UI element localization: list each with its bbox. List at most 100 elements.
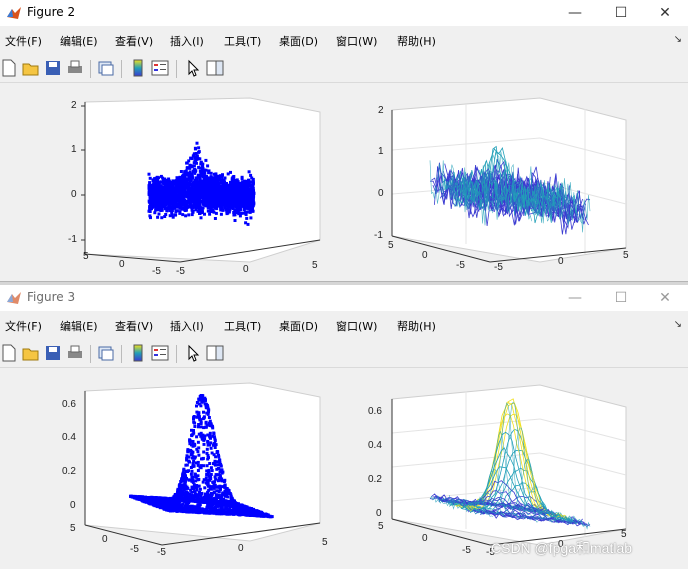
y-tick-neg5: -5	[456, 260, 465, 271]
x-tick-5: 5	[322, 537, 328, 548]
z-tick-2: 2	[378, 105, 384, 116]
maximize-button[interactable]: ☐	[598, 285, 644, 311]
figure-2-window: Figure 2 — ☐ ✕ 文件(F) 编辑(E) 查看(V) 插入(I) 工…	[0, 0, 688, 281]
menu-bar: 文件(F) 编辑(E) 查看(V) 插入(I) 工具(T) 桌面(D) 窗口(W…	[0, 28, 688, 52]
scatter-plot-canvas	[0, 84, 340, 281]
scatter-plot-figure-2[interactable]: 2 1 0 -1 5 0 -5 -5 0 5	[0, 84, 340, 281]
z-tick-0: 0	[378, 188, 384, 199]
z-tick-2: 2	[71, 100, 77, 111]
window-title: Figure 3	[27, 290, 75, 304]
minimize-button[interactable]: —	[552, 0, 598, 26]
y-tick-neg5: -5	[130, 544, 139, 555]
maximize-button[interactable]: ☐	[598, 0, 644, 26]
menu-view[interactable]: 查看(V)	[115, 318, 153, 334]
menu-insert[interactable]: 插入(I)	[170, 33, 204, 49]
y-tick-5: 5	[70, 523, 76, 534]
mesh-plot-figure-2[interactable]: 2 1 0 -1 5 0 -5 -5 0 5	[340, 84, 688, 281]
figure-3-window: Figure 3 — ☐ ✕ 文件(F) 编辑(E) 查看(V) 插入(I) 工…	[0, 285, 688, 565]
z-tick-0.6: 0.6	[368, 406, 382, 417]
y-tick-0: 0	[119, 259, 125, 270]
open-file-icon[interactable]	[22, 344, 40, 362]
y-tick-0: 0	[102, 534, 108, 545]
x-tick-5: 5	[312, 260, 318, 271]
matlab-icon	[6, 5, 22, 21]
y-tick-5: 5	[388, 240, 394, 251]
link-plot-icon[interactable]	[97, 344, 115, 362]
toolbar	[0, 340, 688, 368]
matlab-icon	[6, 290, 22, 306]
save-icon[interactable]	[44, 344, 62, 362]
close-button[interactable]: ✕	[642, 285, 688, 311]
mesh-plot-canvas	[340, 84, 688, 281]
menu-help[interactable]: 帮助(H)	[397, 33, 436, 49]
y-tick-5: 5	[378, 521, 384, 532]
property-editor-icon[interactable]	[206, 344, 224, 362]
mesh-plot-canvas	[340, 369, 688, 565]
watermark: CSDN @fpga和matlab	[491, 538, 632, 558]
menu-edit[interactable]: 编辑(E)	[60, 318, 98, 334]
z-tick-neg1: -1	[374, 230, 383, 241]
open-file-icon[interactable]	[22, 59, 40, 77]
colorbar-icon[interactable]	[129, 344, 147, 362]
x-tick-0: 0	[238, 543, 244, 554]
title-bar[interactable]: Figure 3 — ☐ ✕	[0, 285, 688, 311]
z-tick-1: 1	[378, 146, 384, 157]
legend-icon[interactable]	[151, 59, 169, 77]
z-tick-0: 0	[70, 500, 76, 511]
menu-edit[interactable]: 编辑(E)	[60, 33, 98, 49]
z-tick-0.4: 0.4	[368, 440, 382, 451]
legend-icon[interactable]	[151, 344, 169, 362]
z-tick-0.2: 0.2	[62, 466, 76, 477]
z-tick-0.6: 0.6	[62, 399, 76, 410]
close-button[interactable]: ✕	[642, 0, 688, 26]
x-tick-0: 0	[558, 256, 564, 267]
mesh-plot-figure-3[interactable]: 0.6 0.4 0.2 0 5 0 -5 -5 0 5	[340, 369, 688, 565]
link-plot-icon[interactable]	[97, 59, 115, 77]
pointer-icon[interactable]	[184, 344, 202, 362]
x-tick-neg5: -5	[176, 266, 185, 277]
z-tick-0.2: 0.2	[368, 474, 382, 485]
menu-window[interactable]: 窗口(W)	[336, 318, 377, 334]
title-bar[interactable]: Figure 2 — ☐ ✕	[0, 0, 688, 26]
z-tick-neg1: -1	[68, 234, 77, 245]
menu-file[interactable]: 文件(F)	[5, 33, 42, 49]
scatter-plot-canvas	[0, 369, 340, 565]
menu-tools[interactable]: 工具(T)	[224, 33, 261, 49]
dock-arrow-icon[interactable]: ↘	[674, 319, 682, 330]
z-tick-0.4: 0.4	[62, 432, 76, 443]
menu-window[interactable]: 窗口(W)	[336, 33, 377, 49]
save-icon[interactable]	[44, 59, 62, 77]
menu-desktop[interactable]: 桌面(D)	[279, 318, 318, 334]
x-tick-neg5: -5	[157, 547, 166, 558]
colorbar-icon[interactable]	[129, 59, 147, 77]
menu-help[interactable]: 帮助(H)	[397, 318, 436, 334]
menu-tools[interactable]: 工具(T)	[224, 318, 261, 334]
dock-arrow-icon[interactable]: ↘	[674, 34, 682, 45]
menu-insert[interactable]: 插入(I)	[170, 318, 204, 334]
menu-bar: 文件(F) 编辑(E) 查看(V) 插入(I) 工具(T) 桌面(D) 窗口(W…	[0, 313, 688, 337]
menu-view[interactable]: 查看(V)	[115, 33, 153, 49]
print-icon[interactable]	[66, 344, 84, 362]
minimize-button[interactable]: —	[552, 285, 598, 311]
menu-desktop[interactable]: 桌面(D)	[279, 33, 318, 49]
print-icon[interactable]	[66, 59, 84, 77]
y-tick-neg5: -5	[152, 266, 161, 277]
x-tick-neg5: -5	[494, 262, 503, 273]
menu-file[interactable]: 文件(F)	[5, 318, 42, 334]
y-tick-neg5: -5	[462, 545, 471, 556]
new-figure-icon[interactable]	[0, 344, 18, 362]
toolbar	[0, 55, 688, 83]
z-tick-0: 0	[376, 508, 382, 519]
property-editor-icon[interactable]	[206, 59, 224, 77]
x-tick-0: 0	[243, 264, 249, 275]
z-tick-1: 1	[71, 144, 77, 155]
new-figure-icon[interactable]	[0, 59, 18, 77]
pointer-icon[interactable]	[184, 59, 202, 77]
z-tick-0: 0	[71, 189, 77, 200]
window-title: Figure 2	[27, 5, 75, 19]
y-tick-0: 0	[422, 533, 428, 544]
x-tick-5: 5	[623, 250, 629, 261]
y-tick-5: 5	[83, 251, 89, 262]
y-tick-0: 0	[422, 250, 428, 261]
scatter-plot-figure-3[interactable]: 0.6 0.4 0.2 0 5 0 -5 -5 0 5	[0, 369, 340, 565]
